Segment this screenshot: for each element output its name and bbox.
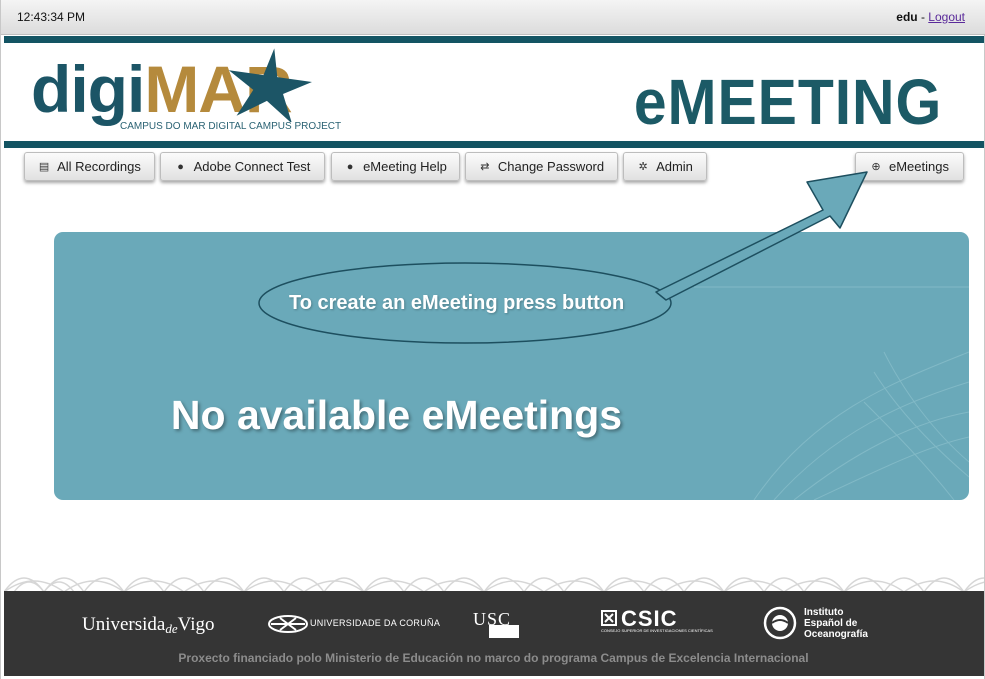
coruna-logo-text: UNIVERSIDADE DA CORUÑA xyxy=(310,618,441,628)
uvigo-text-de: de xyxy=(165,621,178,636)
ieo-logo-text: Instituto Español de Oceanografía xyxy=(804,607,868,640)
uvigo-logo: UniversidadeVigo xyxy=(82,614,215,636)
ieo-line-3: Oceanografía xyxy=(804,629,868,640)
coruna-emblem-icon xyxy=(268,615,308,633)
uvigo-text-1: Universida xyxy=(82,614,166,635)
usc-logo: USC xyxy=(473,609,519,638)
ieo-emblem-icon xyxy=(763,606,797,640)
callout-arrow xyxy=(258,171,868,344)
ieo-line-2: Español de xyxy=(804,618,858,629)
footer-wave xyxy=(4,577,984,592)
funding-note: Proxecto financiado polo Ministerio de E… xyxy=(178,651,809,665)
ieo-line-1: Instituto xyxy=(804,607,844,618)
callout-text: To create an eMeeting press button xyxy=(289,292,625,314)
csic-logo-subtitle: CONSEJO SUPERIOR DE INVESTIGACIONES CIEN… xyxy=(601,628,713,633)
uvigo-text-2: Vigo xyxy=(177,614,215,635)
csic-logo: CSIC CONSEJO SUPERIOR DE INVESTIGACIONES… xyxy=(601,606,713,635)
csic-emblem-icon xyxy=(601,610,617,626)
